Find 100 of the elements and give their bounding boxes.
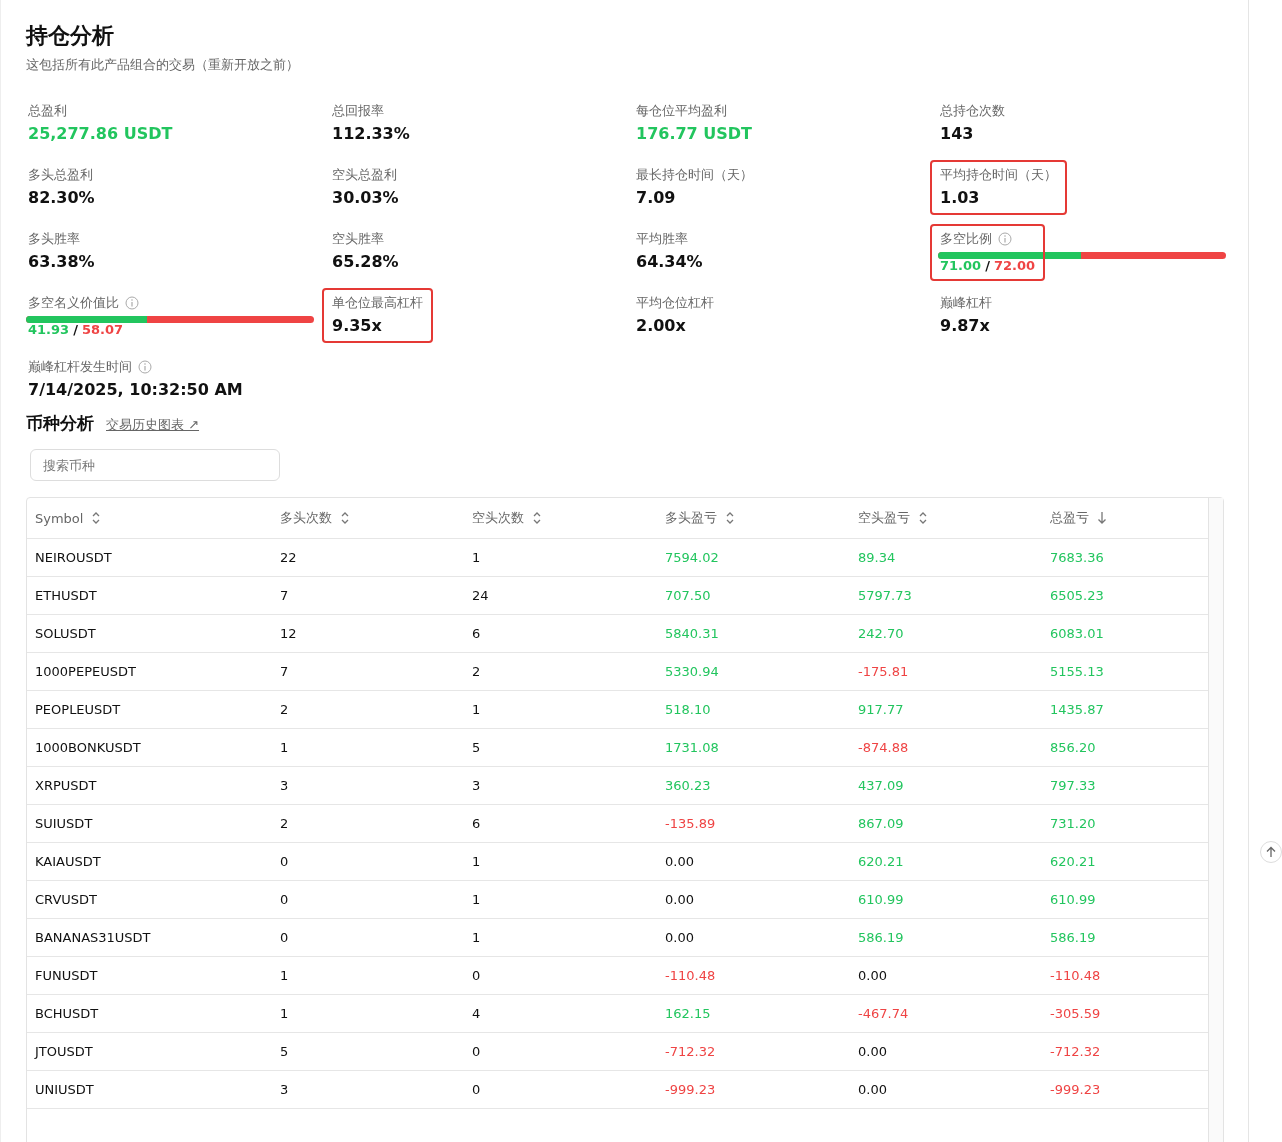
page-subtitle: 这包括所有此产品组合的交易（重新开放之前）	[26, 56, 300, 74]
column-header[interactable]: 空头盈亏	[850, 509, 1042, 527]
table-cell-text: 1	[471, 892, 482, 907]
stat-label: 多空名义价值比	[28, 294, 119, 312]
long-value: 71.00	[940, 257, 982, 275]
table-cell-text: BCHUSDT	[34, 1006, 100, 1021]
table-cell-text: 0.00	[664, 930, 695, 945]
table-cell-text: 360.23	[664, 778, 712, 793]
history-chart-link[interactable]: 交易历史图表 ↗	[106, 416, 200, 434]
stat-value: 176.77 USDT	[636, 123, 753, 145]
table-cell-text: 1	[471, 854, 482, 869]
stat-value: 2.00x	[636, 315, 687, 337]
scroll-to-top-button[interactable]	[1260, 841, 1282, 863]
table-cell-text: 3	[279, 1082, 290, 1097]
long-value: 41.93	[28, 321, 70, 339]
table-cell-text: ETHUSDT	[34, 588, 98, 603]
table-cell-text: 2	[471, 664, 482, 679]
table-cell-text: 0.00	[664, 892, 695, 907]
short-value: 58.07	[81, 321, 123, 339]
column-header[interactable]: 多头次数	[272, 509, 464, 527]
table-cell-text: 1	[471, 702, 482, 717]
table-cell-text: 7683.36	[1049, 550, 1105, 565]
table-cell-text: 22	[279, 550, 298, 565]
table-cell-text: JTOUSDT	[33, 1044, 94, 1059]
table-cell-text: 586.19	[1049, 930, 1097, 945]
table-cell-text: 12	[279, 626, 298, 641]
table-cell-text: 5155.13	[1049, 664, 1105, 679]
table-cell-text: 0	[279, 892, 290, 907]
table-cell-text: 610.99	[857, 892, 905, 907]
stat-label: 每仓位平均盈利	[636, 102, 727, 120]
sort-icon[interactable]	[91, 511, 102, 525]
table-cell-text: 24	[471, 588, 490, 603]
table-cell-text: 1	[279, 1006, 290, 1021]
table-cell-text: -712.32	[1049, 1044, 1102, 1059]
column-header[interactable]: Symbol	[27, 510, 272, 526]
stat-value: 9.87x	[940, 315, 991, 337]
table-cell-text: NEIROUSDT	[34, 550, 113, 565]
table-cell-text: 242.70	[857, 626, 905, 641]
column-header[interactable]: 空头次数	[464, 509, 657, 527]
stat-value: 65.28%	[332, 251, 399, 273]
table-cell-text: 867.09	[857, 816, 905, 831]
table-cell-text: 620.21	[857, 854, 905, 869]
stat-value: 25,277.86 USDT	[28, 123, 173, 145]
table-cell-text: 6083.01	[1049, 626, 1105, 641]
table-cell-text: 1	[471, 550, 482, 565]
table-cell-text: 1	[279, 968, 290, 983]
stat-value: 64.34%	[636, 251, 703, 273]
table-cell-text: 2	[279, 816, 290, 831]
stat-label: 平均持仓时间（天）	[940, 166, 1057, 184]
sort-icon[interactable]	[725, 511, 735, 525]
sort-descending-icon[interactable]	[1097, 511, 1107, 525]
page-title: 持仓分析	[26, 22, 115, 50]
stat-value: 143	[940, 123, 975, 145]
search-field[interactable]: 搜索币种	[30, 449, 280, 481]
stat-label: 单仓位最高杠杆	[332, 294, 423, 312]
stat-label: 总回报率	[332, 102, 384, 120]
stat-value: 9.35x	[332, 315, 383, 337]
table-cell-text: 5840.31	[664, 626, 720, 641]
column-header[interactable]: 多头盈亏	[657, 509, 850, 527]
table-cell-text: 7594.02	[664, 550, 720, 565]
stat-value: 82.30%	[28, 187, 95, 209]
table-cell-text: -712.32	[664, 1044, 717, 1059]
stat-label: 巅峰杠杆	[940, 294, 992, 312]
table-cell-text: 6	[471, 626, 482, 641]
table-cell-text: 6	[471, 816, 482, 831]
table-cell-text: 1000BONKUSDT	[34, 740, 142, 755]
table-cell-text: CRVUSDT	[34, 892, 98, 907]
scrollbar-track[interactable]	[1209, 498, 1223, 1142]
table-cell-text: 2	[279, 702, 290, 717]
sort-icon[interactable]	[918, 511, 928, 525]
table-cell-text: PEOPLEUSDT	[34, 702, 122, 717]
table-cell-text: 1731.08	[664, 740, 720, 755]
stat-label: 空头总盈利	[332, 166, 397, 184]
stat-label: 多头总盈利	[28, 166, 93, 184]
table-cell-text: 0	[279, 930, 290, 945]
table-cell-text: -467.74	[857, 1006, 910, 1021]
table-cell-text: 610.99	[1049, 892, 1097, 907]
stat-value: 63.38%	[28, 251, 95, 273]
table-cell-text: 1435.87	[1049, 702, 1105, 717]
column-header[interactable]: 总盈亏	[1042, 509, 1208, 527]
stat-label: 总盈利	[28, 102, 67, 120]
table-cell-text: 1	[279, 740, 290, 755]
table-cell-text: 0.00	[857, 1044, 888, 1059]
up-arrow-icon	[1265, 846, 1277, 858]
sort-icon[interactable]	[340, 511, 350, 525]
stat-label: 巅峰杠杆发生时间	[28, 358, 132, 376]
stat-label: 空头胜率	[332, 230, 384, 248]
table-cell-text: XRPUSDT	[34, 778, 98, 793]
table-cell-text: 0.00	[664, 854, 695, 869]
table-cell-text: FUNUSDT	[34, 968, 99, 983]
table-cell-text: 89.34	[857, 550, 897, 565]
table-cell-text: -874.88	[857, 740, 910, 755]
table-cell-text: 5797.73	[857, 588, 913, 603]
table-cell-text: 586.19	[857, 930, 905, 945]
sort-icon[interactable]	[532, 511, 542, 525]
table-cell-text: 797.33	[1049, 778, 1097, 793]
table-cell-text: 7	[279, 588, 290, 603]
table-cell-text: 0.00	[857, 1082, 888, 1097]
table-cell-text: 0	[471, 968, 482, 983]
table-cell-text: 5	[279, 1044, 290, 1059]
